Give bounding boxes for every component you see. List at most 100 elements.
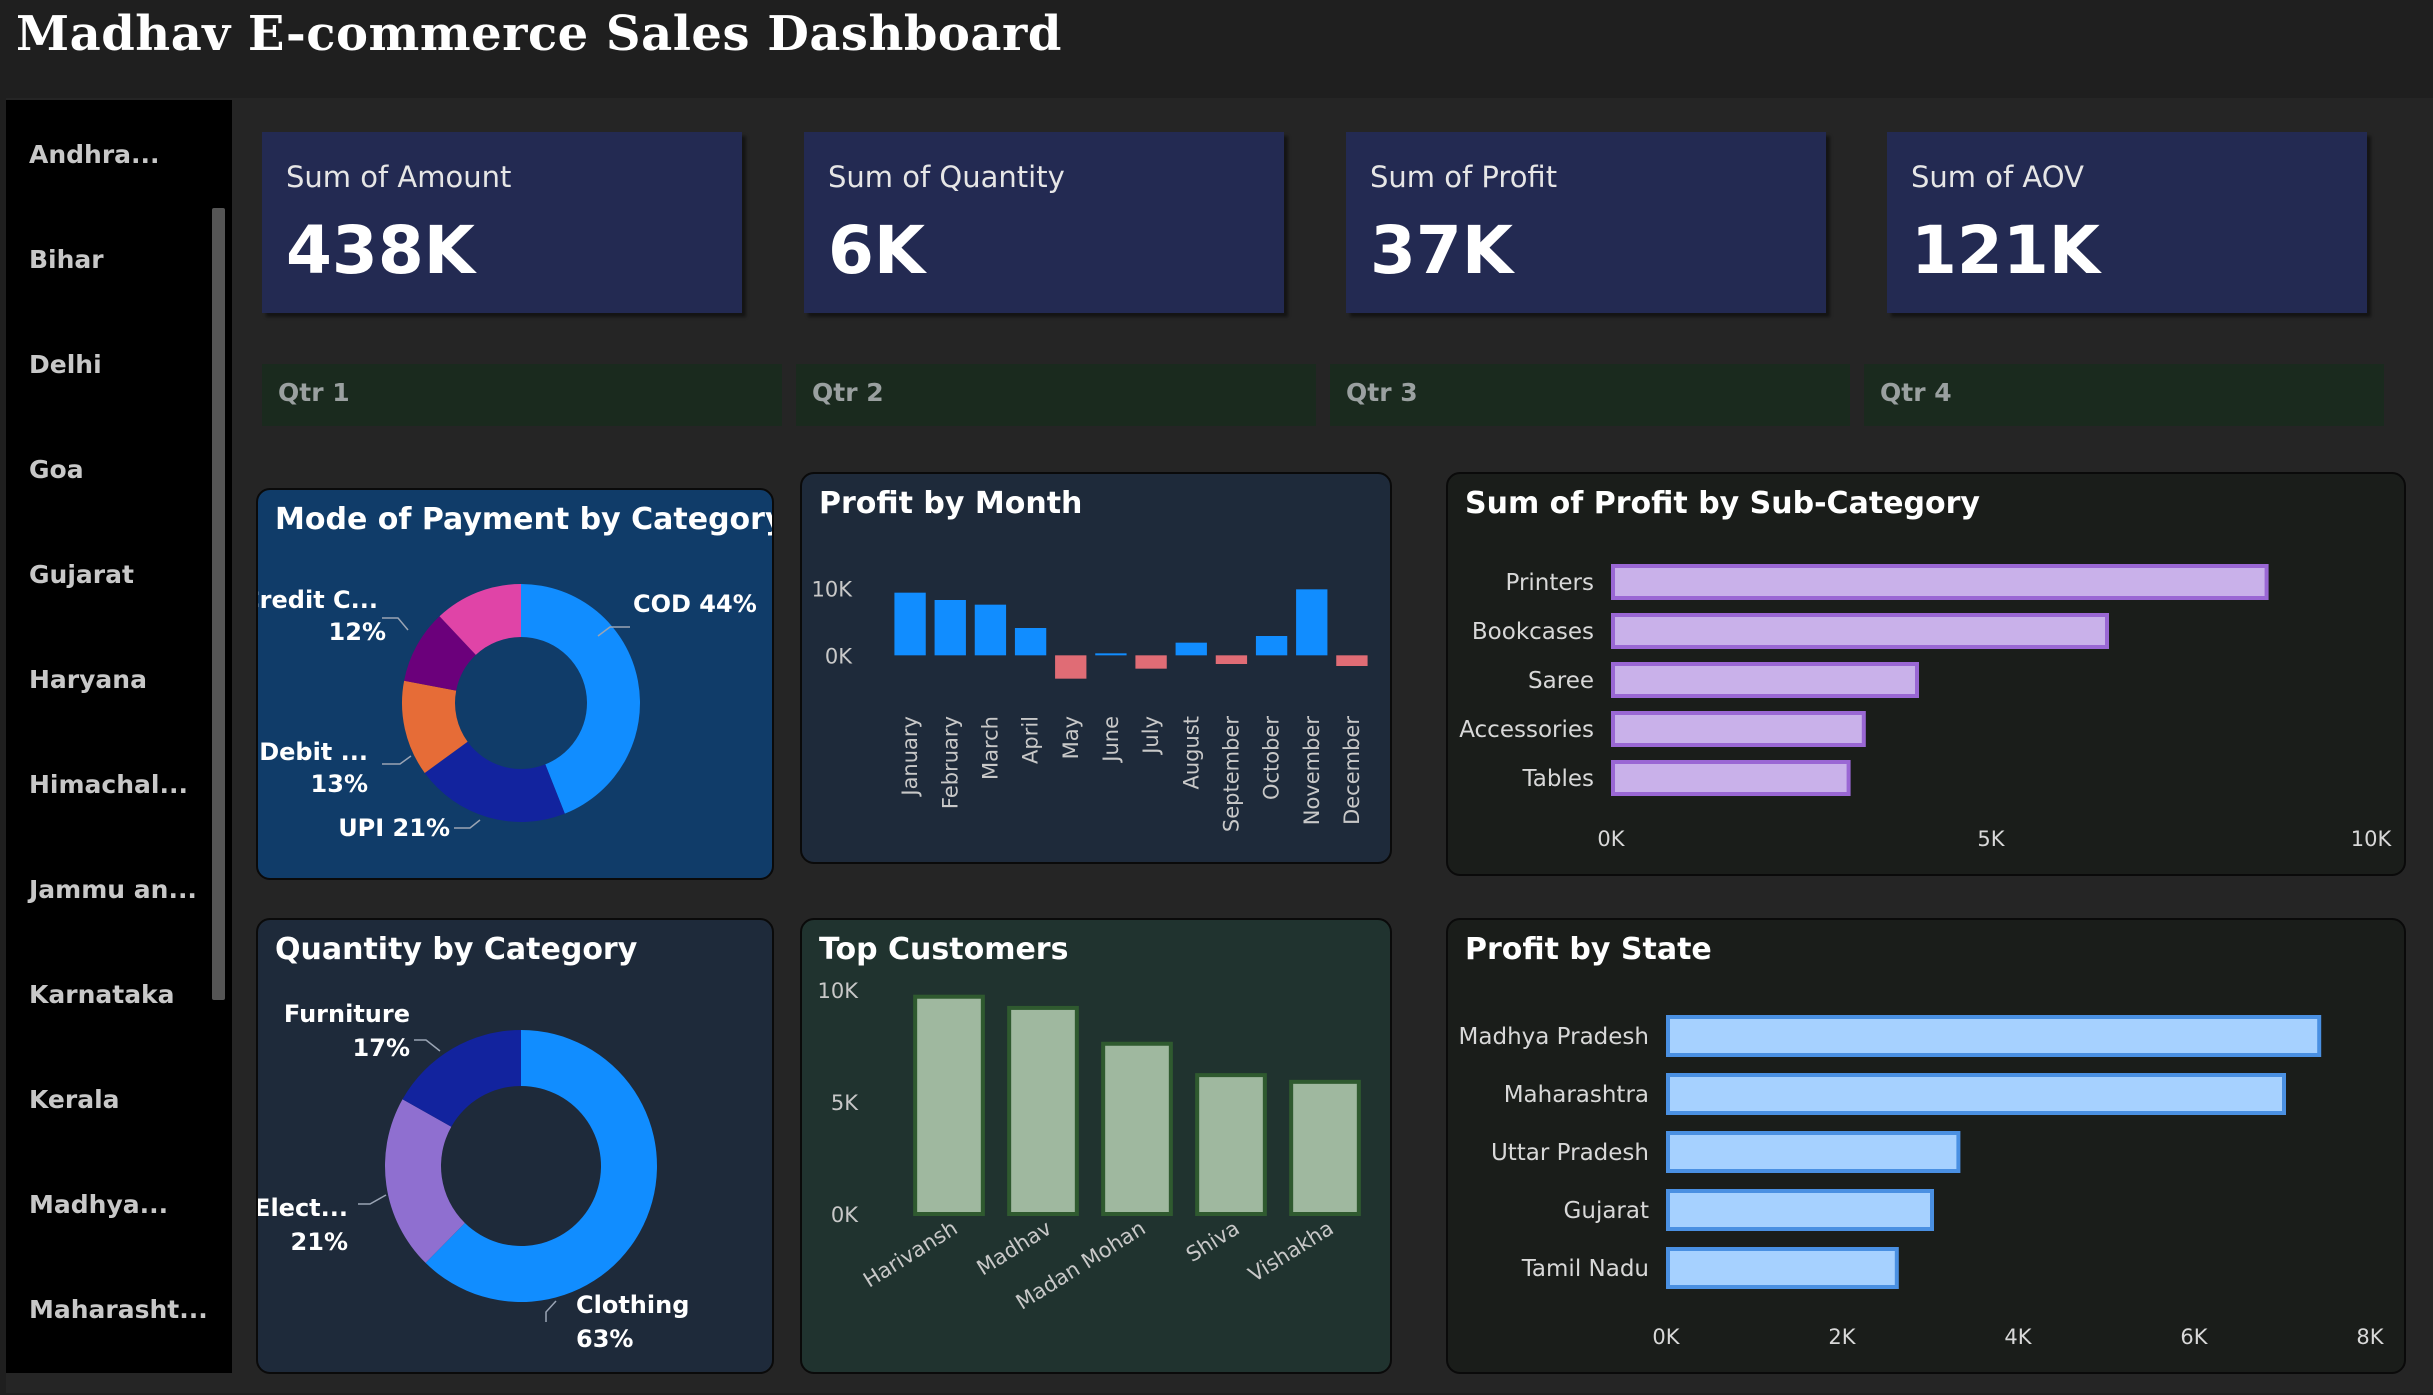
x-tick-label: April	[1019, 716, 1043, 764]
bar-gujarat	[1666, 1189, 1934, 1231]
y-tick-label: 10K	[812, 578, 854, 602]
slicer-item-gujarat[interactable]: Gujarat	[29, 560, 134, 589]
x-tick-label: May	[1059, 716, 1083, 759]
bar-november	[1296, 589, 1328, 656]
quarter-tile-q2[interactable]: Qtr 2	[796, 364, 1316, 426]
leader-line	[414, 1039, 441, 1052]
slicer-item-maharashtra[interactable]: Maharasht...	[29, 1295, 208, 1324]
bar-august	[1175, 642, 1207, 656]
x-tick-label: December	[1340, 716, 1364, 825]
bar-march	[974, 604, 1007, 656]
subcategory-chart-panel[interactable]: Sum of Profit by Sub-Category Printers Bo…	[1446, 472, 2406, 876]
quarter-tile-q4[interactable]: Qtr 4	[1864, 364, 2384, 426]
quantity-chart-panel[interactable]: Quantity by Category Clothing 63% Elect...…	[256, 918, 774, 1374]
y-tick-label: 10K	[818, 979, 860, 1003]
kpi-value: 438K	[286, 212, 475, 289]
bar-maharashtra	[1666, 1073, 2286, 1115]
slice-value-label: COD 44%	[633, 590, 757, 618]
bar-tamil-nadu	[1666, 1247, 1899, 1289]
bar-february	[934, 600, 966, 656]
quantity-donut-chart: Clothing 63% Elect... 21% Furniture 17%	[258, 1000, 689, 1353]
x-tick-label: Harivansh	[859, 1216, 962, 1293]
state-slicer[interactable]: Andhra... Bihar Delhi Goa Gujarat Haryan…	[6, 100, 232, 1373]
x-tick-label: 6K	[2180, 1325, 2208, 1349]
state-chart-panel[interactable]: Profit by State Madhya Pradesh Maharashtr…	[1446, 918, 2406, 1374]
slicer-item-kerala[interactable]: Kerala	[29, 1085, 120, 1114]
slice-value-label: 12%	[329, 618, 386, 646]
bar-may	[1055, 655, 1087, 679]
slicer-item-haryana[interactable]: Haryana	[29, 665, 147, 694]
category-label: Maharashtra	[1504, 1082, 1649, 1108]
slice-value-label: UPI 21%	[338, 814, 450, 842]
kpi-card-aov: Sum of AOV 121K	[1887, 132, 2367, 313]
slicer-item-karnataka[interactable]: Karnataka	[29, 980, 175, 1009]
category-label: Gujarat	[1564, 1198, 1649, 1224]
month-bar-chart: 10K 0K January February March April May June Jul…	[812, 578, 1368, 832]
category-label: Uttar Pradesh	[1491, 1140, 1649, 1166]
quarter-label: Qtr 2	[812, 378, 884, 407]
x-tick-label: November	[1300, 716, 1324, 826]
x-tick-label: Shiva	[1182, 1216, 1244, 1267]
kpi-value: 37K	[1370, 212, 1513, 289]
x-tick-label: Vishakha	[1244, 1216, 1337, 1287]
month-chart-panel[interactable]: Profit by Month 10K 0K January February Marc…	[800, 472, 1392, 864]
slice-value-label: 17%	[353, 1034, 410, 1062]
x-tick-label: 5K	[1977, 827, 2005, 851]
customers-bar-chart: 10K5K0KHarivansh MadhavMadan Mohan Shiva Vi…	[818, 979, 1361, 1314]
slicer-item-bihar[interactable]: Bihar	[29, 245, 104, 274]
kpi-label: Sum of AOV	[1911, 160, 2084, 194]
slicer-item-delhi[interactable]: Delhi	[29, 350, 102, 379]
x-tick-label: February	[938, 716, 962, 809]
slice-value-label: 21%	[291, 1228, 348, 1256]
slicer-item-himachal[interactable]: Himachal...	[29, 770, 188, 799]
x-tick-label: 8K	[2356, 1325, 2384, 1349]
subcategory-bar-chart: Printers Bookcases Saree Accessories Tables 0…	[1459, 564, 2392, 851]
x-tick-label: October	[1260, 716, 1284, 800]
category-label: Tamil Nadu	[1521, 1256, 1649, 1282]
leader-line	[545, 1300, 557, 1322]
slicer-item-madhya[interactable]: Madhya...	[29, 1190, 168, 1219]
kpi-card-amount: Sum of Amount 438K	[262, 132, 742, 313]
bar-accessories	[1611, 711, 1866, 747]
bar-july	[1135, 655, 1167, 669]
x-tick-label: July	[1139, 716, 1163, 756]
bar-madhya-pradesh	[1666, 1015, 2322, 1057]
slicer-item-jammu[interactable]: Jammu an...	[29, 875, 197, 904]
kpi-label: Sum of Amount	[286, 160, 512, 194]
y-tick-label: 0K	[831, 1203, 859, 1227]
quarter-tile-q3[interactable]: Qtr 3	[1330, 364, 1850, 426]
state-bar-chart: Madhya Pradesh Maharashtra Uttar Pradesh Gu…	[1459, 1015, 2385, 1349]
slice-value-label: 63%	[576, 1325, 633, 1353]
slicer-item-goa[interactable]: Goa	[29, 455, 84, 484]
category-label: Printers	[1506, 570, 1595, 596]
category-label: Tables	[1522, 766, 1594, 792]
x-tick-label: 4K	[2004, 1325, 2032, 1349]
customers-chart-panel[interactable]: Top Customers 10K 5K 0K Harivansh Madhav Mada…	[800, 918, 1392, 1374]
kpi-card-quantity: Sum of Quantity 6K	[804, 132, 1284, 313]
page-title: Madhav E-commerce Sales Dashboard	[16, 6, 1062, 62]
slice-value-label: 13%	[311, 770, 368, 798]
bar-bookcases	[1611, 613, 2109, 649]
category-label: Bookcases	[1472, 619, 1594, 645]
slicer-item-andhra[interactable]: Andhra...	[29, 140, 160, 169]
bar-printers	[1611, 564, 2269, 600]
slicer-scrollbar[interactable]	[212, 208, 225, 1000]
leader-line	[382, 755, 412, 765]
category-label: Saree	[1528, 668, 1594, 694]
bar-january	[894, 592, 926, 656]
slice-name-label: Furniture	[284, 1000, 410, 1028]
kpi-card-profit: Sum of Profit 37K	[1346, 132, 1826, 313]
payment-chart-panel[interactable]: Mode of Payment by Category COD 44%Credi…	[256, 488, 774, 880]
slice-name-label: Elect...	[258, 1194, 348, 1222]
bar-december	[1336, 655, 1368, 666]
bar-uttar-pradesh	[1666, 1131, 1961, 1173]
slice-name-label: Debit ...	[259, 738, 368, 766]
x-tick-label: Madhav	[973, 1216, 1056, 1280]
kpi-value: 121K	[1911, 212, 2100, 289]
kpi-label: Sum of Profit	[1370, 160, 1558, 194]
quarter-tile-q1[interactable]: Qtr 1	[262, 364, 782, 426]
category-label: Madhya Pradesh	[1459, 1024, 1649, 1050]
bar-tables	[1611, 760, 1851, 796]
category-label: Accessories	[1459, 717, 1594, 743]
y-tick-label: 5K	[831, 1091, 859, 1115]
